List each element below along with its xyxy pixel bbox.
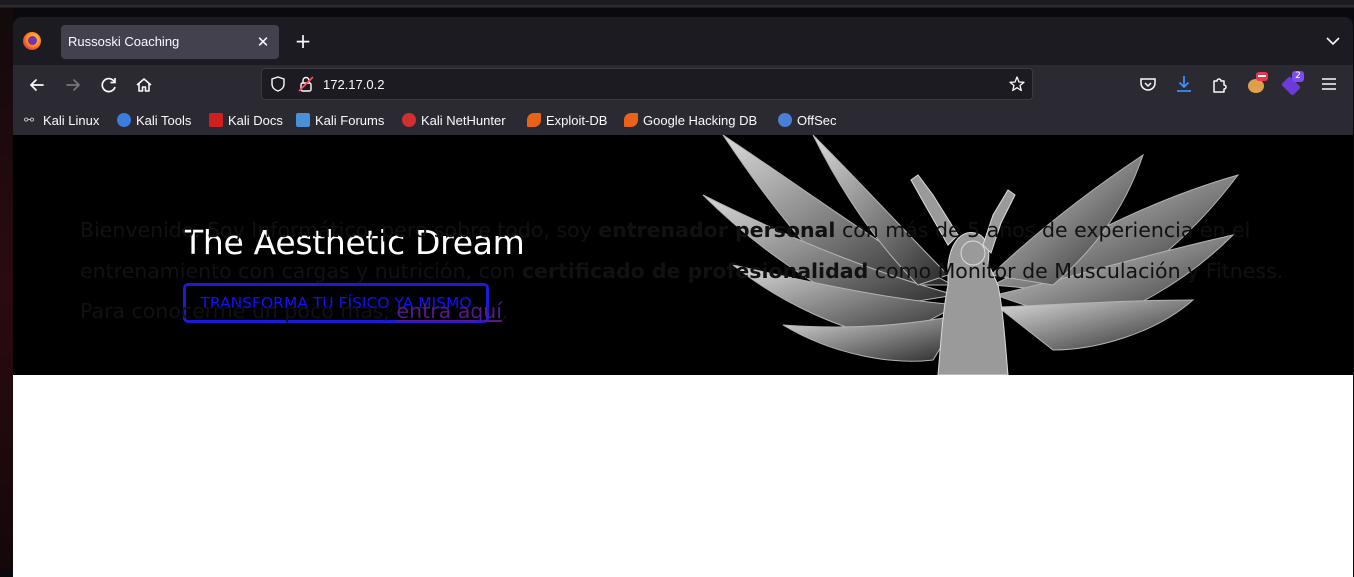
kali-dragon-icon: ⚯: [24, 113, 38, 127]
tab-active[interactable]: Russoski Coaching ✕: [61, 25, 279, 59]
desktop-top-bar: [0, 0, 1354, 8]
url-text[interactable]: 172.17.0.2: [323, 77, 384, 92]
new-tab-button[interactable]: +: [292, 31, 314, 53]
nethunter-icon: [402, 113, 416, 127]
bookmark-star-icon[interactable]: [1008, 75, 1026, 93]
bookmark-kali-forums[interactable]: Kali Forums: [296, 111, 384, 129]
firefox-logo-icon[interactable]: [23, 32, 41, 50]
intro-bold-certificate: certificado de profesionalidad: [521, 258, 869, 283]
reload-icon[interactable]: [95, 71, 123, 99]
intro-paragraph: Bienvenido. Soy Informático, pero sobre …: [80, 210, 1310, 332]
ghdb-icon: [624, 113, 638, 127]
bookmark-exploit-db[interactable]: Exploit-DB: [527, 111, 607, 129]
tracking-shield-icon[interactable]: [269, 75, 287, 93]
bookmark-kali-linux[interactable]: ⚯ Kali Linux: [24, 111, 99, 129]
forward-arrow-icon[interactable]: [59, 71, 87, 99]
intro-text-1: Bienvenido. Soy Informático, pero sobre …: [80, 218, 599, 242]
bookmark-google-hacking-db[interactable]: Google Hacking DB: [624, 111, 757, 129]
tab-strip: Russoski Coaching ✕ +: [13, 17, 1353, 65]
intro-text-4: .: [501, 299, 509, 323]
kali-forums-icon: [296, 113, 310, 127]
exploit-db-icon: [527, 113, 541, 127]
ublock-extension-icon[interactable]: [1243, 71, 1269, 97]
bookmark-kali-nethunter[interactable]: Kali NetHunter: [402, 111, 506, 129]
page-content: The Aesthetic Dream TRANSFORMA TU FÍSICO…: [13, 135, 1353, 577]
bookmark-kali-docs[interactable]: Kali Docs: [209, 111, 283, 129]
about-link[interactable]: entra aquí: [397, 299, 502, 323]
browser-window: Russoski Coaching ✕ + 172.17.0.2 2 ⚯ Kal…: [13, 17, 1353, 577]
extension-badge-count: 2: [1292, 71, 1304, 82]
chevron-down-icon[interactable]: [1323, 31, 1343, 51]
pocket-icon[interactable]: [1135, 71, 1161, 97]
bookmark-offsec[interactable]: OffSec: [778, 111, 837, 129]
nav-bar: 172.17.0.2 2: [13, 65, 1353, 103]
back-arrow-icon[interactable]: [23, 71, 51, 99]
kali-docs-icon: [209, 113, 223, 127]
bookmark-kali-tools[interactable]: Kali Tools: [117, 111, 191, 129]
downloads-icon[interactable]: [1171, 71, 1197, 97]
desktop-background: [0, 8, 13, 569]
home-icon[interactable]: [130, 71, 158, 99]
downloads-badge-extension-icon[interactable]: 2: [1279, 71, 1305, 97]
offsec-icon: [778, 113, 792, 127]
tab-title: Russoski Coaching: [68, 34, 180, 49]
intro-bold-trainer: entrenador personal: [598, 218, 836, 242]
url-bar[interactable]: 172.17.0.2: [261, 68, 1033, 100]
bookmarks-bar: ⚯ Kali Linux Kali Tools Kali Docs Kali F…: [13, 103, 1353, 135]
extensions-icon[interactable]: [1207, 71, 1233, 97]
tab-close-icon[interactable]: ✕: [253, 32, 273, 52]
hamburger-menu-icon[interactable]: [1316, 71, 1342, 97]
kali-tools-icon: [117, 113, 131, 127]
insecure-lock-icon[interactable]: [297, 75, 315, 93]
